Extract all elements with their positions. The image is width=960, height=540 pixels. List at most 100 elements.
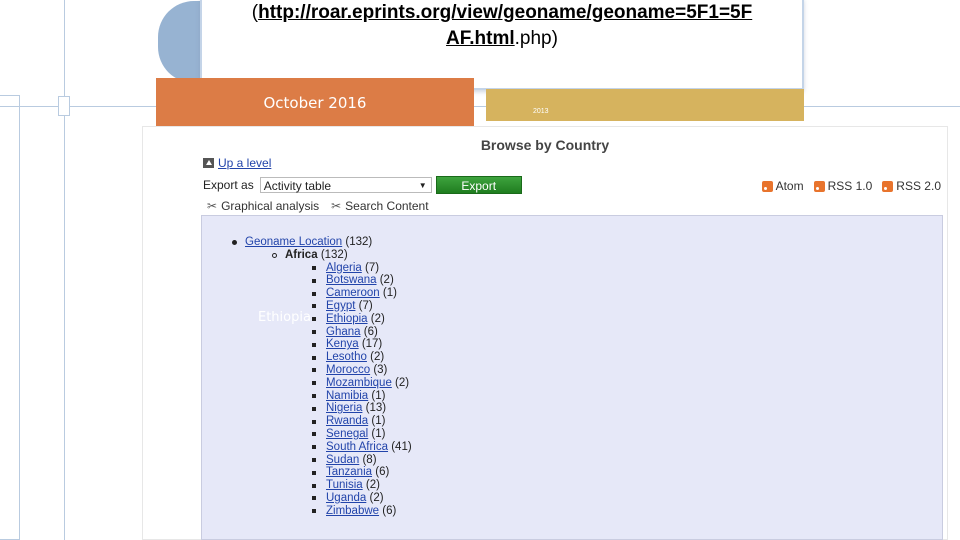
country-link[interactable]: Lesotho (326, 351, 367, 364)
country-item: South Africa (41) (312, 441, 412, 454)
country-item: Morocco (3) (312, 364, 412, 377)
feed-atom[interactable]: Atom (761, 179, 804, 193)
country-count: (7) (358, 299, 373, 312)
country-item: Algeria (7) (312, 262, 412, 275)
bullet-square-icon (312, 329, 316, 334)
country-link[interactable]: Cameroon (326, 287, 380, 300)
country-item: Kenya (17) (312, 338, 412, 351)
country-link[interactable]: Sudan (326, 454, 359, 467)
country-link[interactable]: Kenya (326, 338, 359, 351)
url-link-line1[interactable]: http://roar.eprints.org/view/geoname/geo… (258, 2, 752, 23)
location-tree: Geoname Location (132) Africa (132) Alge… (232, 236, 412, 518)
export-label: Export as (203, 178, 254, 192)
region-label: Africa (285, 248, 318, 261)
decor-small-box (58, 96, 70, 116)
country-item: Egypt (7) (312, 300, 412, 313)
up-level-label[interactable]: Up a level (218, 156, 271, 170)
country-item: Senegal (1) (312, 428, 412, 441)
decor-left-frame (0, 95, 20, 540)
bullet-square-icon (312, 470, 316, 475)
bullet-square-icon (312, 483, 316, 488)
page-heading: Browse by Country (480, 137, 610, 153)
bullet-square-icon (312, 419, 316, 424)
country-item: Rwanda (1) (312, 415, 412, 428)
feed-label[interactable]: RSS 2.0 (896, 179, 941, 193)
date-text: October 2016 (263, 94, 367, 112)
country-link[interactable]: Egypt (326, 300, 355, 313)
root-link[interactable]: Geoname Location (245, 236, 342, 249)
country-item: Ghana (6) (312, 326, 412, 339)
decor-vertical-line (64, 0, 65, 540)
export-format-select[interactable]: Activity table ▼ (259, 177, 432, 193)
gold-banner: 2013 (486, 89, 804, 121)
date-banner: October 2016 (156, 78, 474, 126)
country-count: (1) (371, 389, 386, 402)
country-count: (2) (370, 351, 385, 364)
country-link[interactable]: Ethiopia (326, 313, 368, 326)
country-link[interactable]: Zimbabwe (326, 505, 379, 518)
up-level-link[interactable]: Up a level (203, 156, 271, 170)
country-count: (6) (375, 466, 390, 479)
country-link[interactable]: South Africa (326, 441, 388, 454)
browse-page-screenshot: Browse by Country Up a level Export as A… (142, 126, 948, 540)
country-item: Tunisia (2) (312, 479, 412, 492)
rss-icon (813, 180, 825, 192)
tool-graphical-analysis[interactable]: ✂ Graphical analysis (207, 199, 319, 213)
country-link[interactable]: Tanzania (326, 466, 372, 479)
bullet-square-icon (312, 509, 316, 514)
country-item: Ethiopia (2) (312, 313, 412, 326)
bullet-square-icon (312, 445, 316, 450)
year-text: 2013 (533, 108, 549, 115)
country-count: (2) (395, 376, 410, 389)
country-link[interactable]: Mozambique (326, 377, 392, 390)
country-link[interactable]: Namibia (326, 390, 368, 403)
country-count: (6) (382, 504, 397, 517)
country-count: (3) (373, 363, 388, 376)
tools-icon: ✂ (331, 199, 342, 213)
export-select-value: Activity table (263, 179, 332, 193)
feed-label[interactable]: Atom (776, 179, 804, 193)
country-link[interactable]: Nigeria (326, 402, 362, 415)
tool-label[interactable]: Graphical analysis (221, 199, 319, 213)
slide-title: (http://roar.eprints.org/view/geoname/ge… (202, 0, 802, 52)
slide-title-box: (http://roar.eprints.org/view/geoname/ge… (200, 0, 804, 90)
country-item: Botswana (2) (312, 274, 412, 287)
country-count: (2) (370, 312, 385, 325)
country-count: (2) (369, 491, 384, 504)
country-link[interactable]: Tunisia (326, 479, 363, 492)
tool-search-content[interactable]: ✂ Search Content (331, 199, 428, 213)
root-count: (132) (345, 236, 373, 248)
country-count: (8) (362, 453, 377, 466)
url-link-line2[interactable]: AF.html (446, 28, 515, 49)
bullet-square-icon (312, 342, 316, 347)
country-count: (1) (371, 427, 386, 440)
bullet-square-icon (312, 355, 316, 360)
url-suffix: .php) (514, 28, 558, 49)
feed-rss1[interactable]: RSS 1.0 (813, 179, 873, 193)
country-link[interactable]: Algeria (326, 262, 362, 275)
bullet-square-icon (312, 278, 316, 283)
country-count: (2) (379, 274, 394, 287)
country-link[interactable]: Morocco (326, 364, 370, 377)
results-panel: Geoname Location (132) Africa (132) Alge… (201, 215, 943, 540)
export-button[interactable]: Export (435, 176, 522, 194)
country-link[interactable]: Senegal (326, 428, 368, 441)
country-count: (41) (391, 440, 412, 453)
tool-label[interactable]: Search Content (345, 199, 428, 213)
feed-label[interactable]: RSS 1.0 (828, 179, 873, 193)
tree-root: Geoname Location (132) (232, 236, 412, 249)
bullet-square-icon (312, 368, 316, 373)
country-count: (13) (365, 402, 387, 415)
chevron-down-icon: ▼ (418, 181, 427, 190)
country-link[interactable]: Botswana (326, 274, 377, 287)
bullet-square-icon (312, 457, 316, 462)
country-count: (6) (363, 325, 378, 338)
country-count: (1) (382, 287, 397, 300)
rss-icon (761, 180, 773, 192)
country-count: (7) (365, 261, 380, 274)
country-link[interactable]: Uganda (326, 492, 366, 505)
country-link[interactable]: Rwanda (326, 415, 368, 428)
country-link[interactable]: Ghana (326, 326, 361, 339)
feed-rss2[interactable]: RSS 2.0 (882, 179, 941, 193)
tools-icon: ✂ (207, 199, 218, 213)
